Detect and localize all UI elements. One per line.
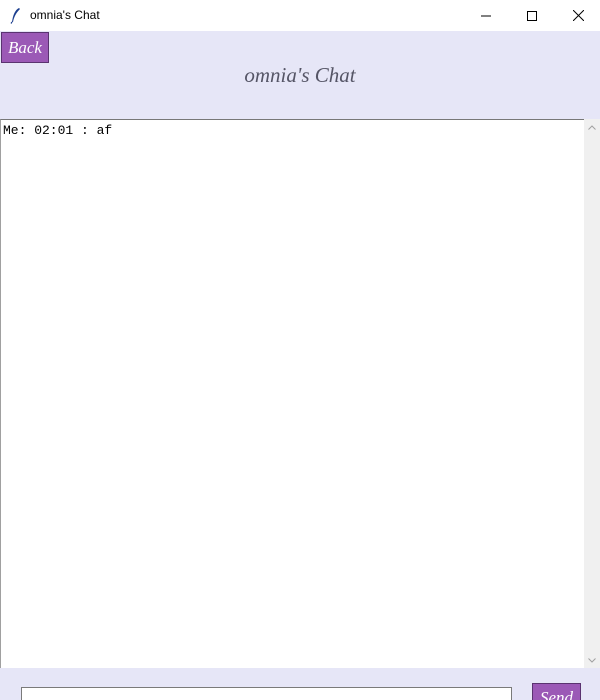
chat-header: Back omnia's Chat [0,31,600,119]
close-icon [572,10,584,21]
composer-bar: Send [0,668,600,700]
chat-window: omnia's Chat Back omnia's Chat Me: 02:01… [0,0,600,700]
maximize-button[interactable] [509,0,555,31]
window-title: omnia's Chat [30,8,100,22]
back-button[interactable]: Back [1,32,49,63]
chat-scrollbar[interactable] [584,119,600,668]
scroll-down-arrow[interactable] [584,652,600,668]
chevron-down-icon [588,657,596,663]
close-button[interactable] [555,0,600,31]
feather-icon [9,7,23,24]
maximize-icon [527,10,537,21]
send-button[interactable]: Send [532,683,581,700]
message-input[interactable] [21,687,512,700]
window-titlebar: omnia's Chat [0,0,600,32]
chevron-up-icon [588,124,596,130]
minimize-icon [481,15,491,16]
chat-title: omnia's Chat [244,63,356,87]
scroll-up-arrow[interactable] [584,119,600,135]
chat-log[interactable]: Me: 02:01 : af [0,119,584,668]
chat-message: Me: 02:01 : af [3,123,113,138]
minimize-button[interactable] [463,0,509,31]
